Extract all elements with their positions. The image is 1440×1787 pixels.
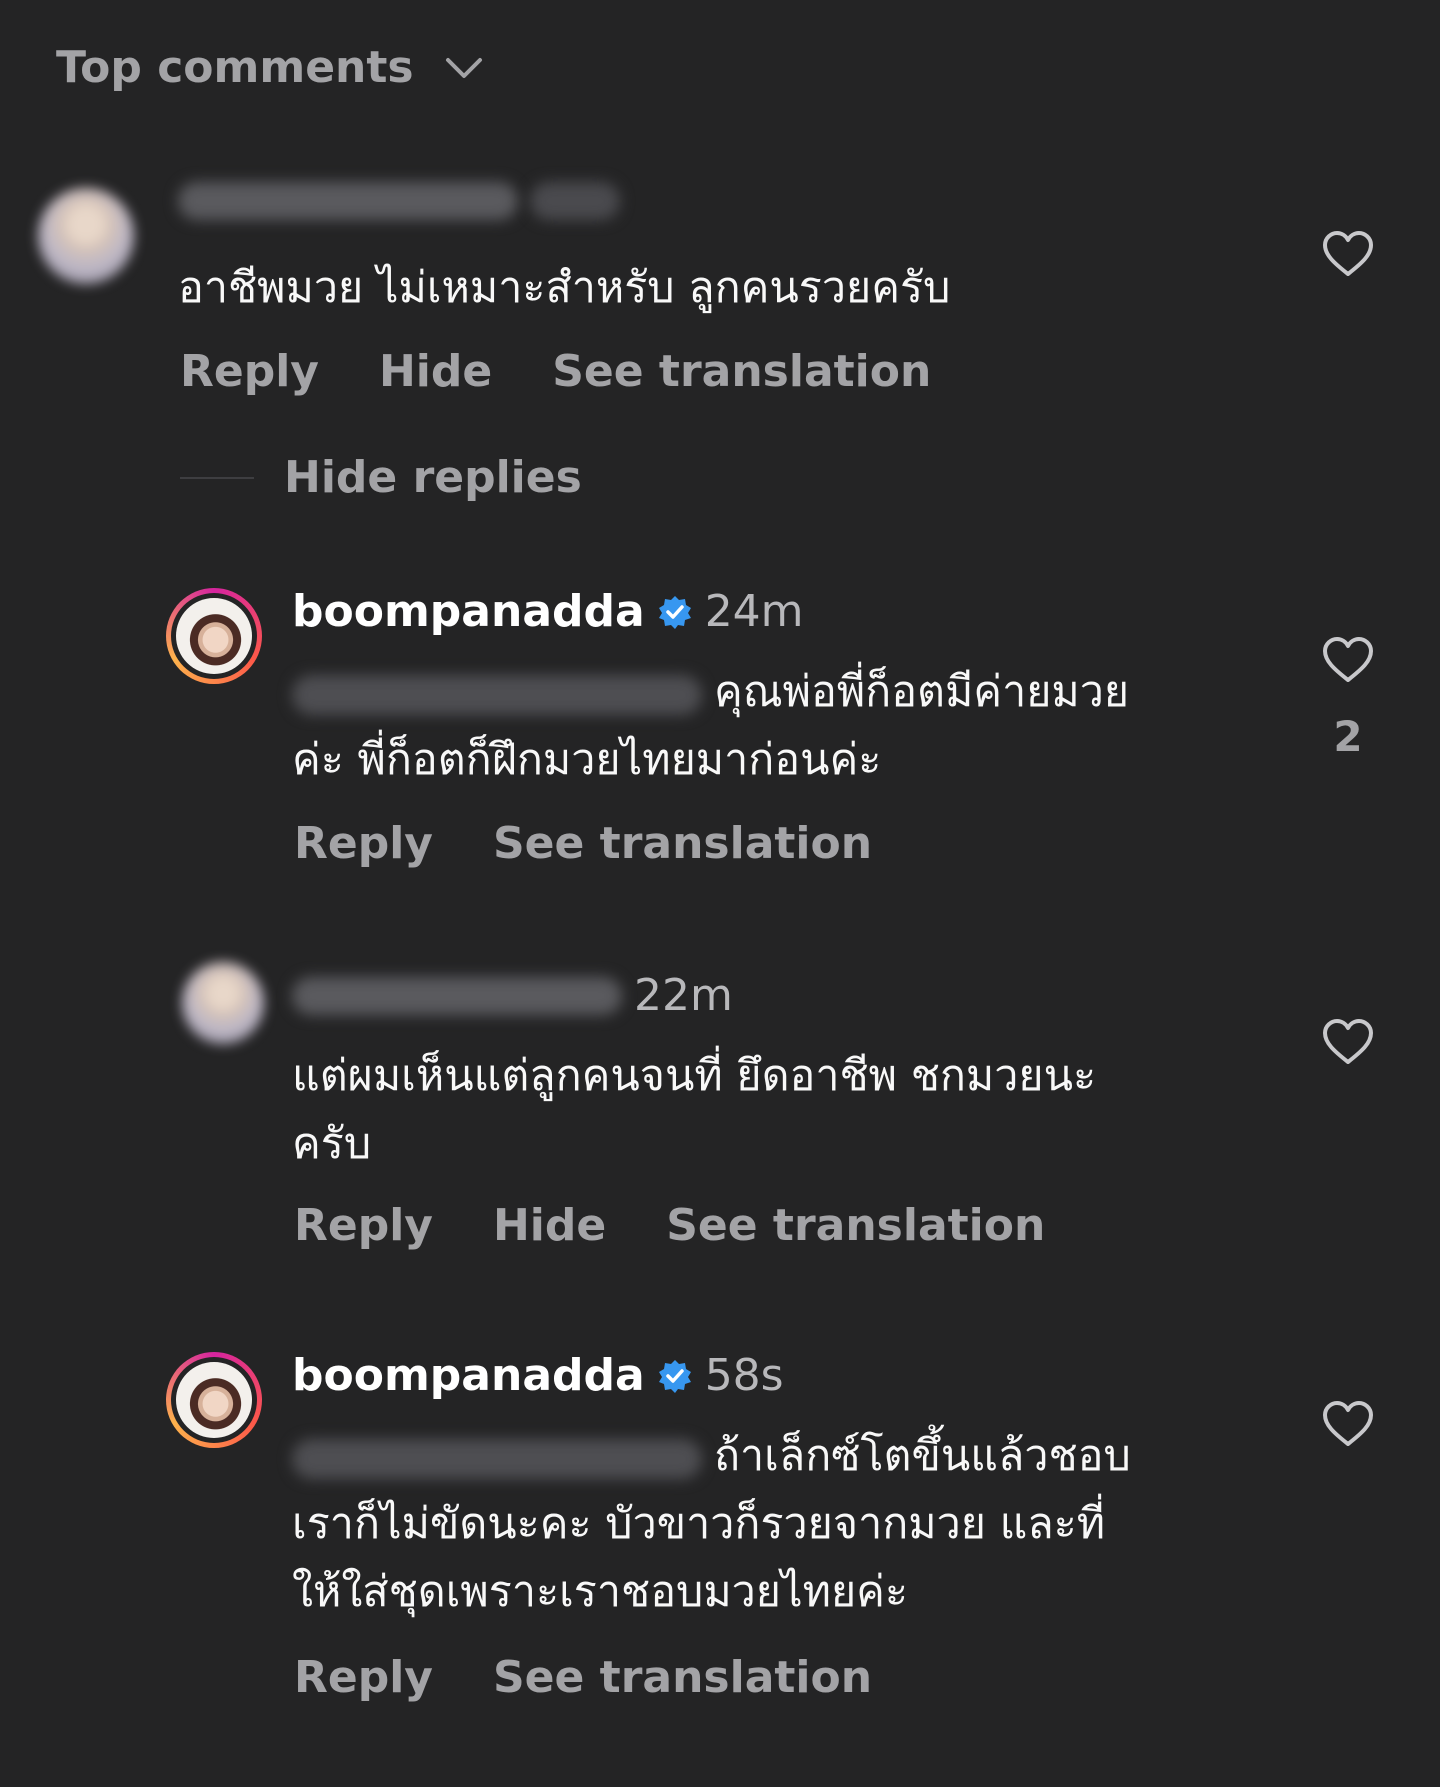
reply-text: ถ้าเล็กซ์โตขึ้นแล้วชอบ เราก็ไม่ขัดนะคะ บ… — [292, 1422, 1131, 1626]
like-count[interactable]: 2 — [1322, 712, 1374, 761]
time-blurred — [530, 182, 620, 220]
username[interactable]: boompanadda — [292, 1348, 645, 1404]
comment-header — [178, 182, 620, 220]
reply-actions: Reply See translation — [294, 816, 872, 872]
chevron-down-icon — [445, 58, 482, 78]
timestamp: 24m — [704, 586, 804, 637]
reply-button[interactable]: Reply — [294, 1650, 433, 1706]
see-translation-button[interactable]: See translation — [493, 816, 872, 872]
comments-sort-dropdown[interactable]: Top comments — [56, 38, 484, 98]
heart-icon[interactable] — [1322, 1018, 1374, 1066]
username-blurred[interactable] — [292, 977, 622, 1015]
avatar[interactable] — [166, 588, 262, 684]
username[interactable]: boompanadda — [292, 584, 645, 640]
hide-button[interactable]: Hide — [379, 344, 492, 400]
reply-text-line: คุณพ่อพี่ก็อตมีค่ายมวย — [714, 667, 1130, 717]
comment-text: อาชีพมวย ไม่เหมาะสำหรับ ลูกคนรวยครับ — [178, 263, 951, 313]
timestamp: 58s — [704, 1350, 784, 1401]
reply-text-line: เราก็ไม่ขัดนะคะ บัวขาวก็รวยจากมวย และที่ — [292, 1499, 1106, 1549]
avatar[interactable] — [38, 188, 134, 284]
reply-text: แต่ผมเห็นแต่ลูกคนจนที่ ยึดอาชีพ ชกมวยนะ … — [292, 1042, 1096, 1178]
sort-label: Top comments — [56, 42, 414, 93]
see-translation-button[interactable]: See translation — [666, 1198, 1045, 1254]
timestamp: 22m — [634, 970, 733, 1021]
reply-text-line: ครับ — [292, 1119, 372, 1169]
reply-button[interactable]: Reply — [294, 1198, 433, 1254]
reply-text-line: ให้ใส่ชุดเพราะเราชอบมวยไทยค่ะ — [292, 1567, 909, 1617]
profile-photo — [176, 1362, 252, 1438]
avatar[interactable] — [166, 1352, 262, 1448]
verified-badge-icon — [658, 596, 691, 629]
hide-button[interactable]: Hide — [493, 1198, 606, 1254]
username-blurred[interactable] — [178, 182, 518, 220]
thread-line — [180, 476, 254, 479]
see-translation-button[interactable]: See translation — [552, 344, 931, 400]
reply-actions: Reply See translation — [294, 1650, 872, 1706]
see-translation-button[interactable]: See translation — [493, 1650, 872, 1706]
reply-header: 22m — [292, 968, 733, 1024]
verified-badge-icon — [658, 1360, 691, 1393]
reply-text-line: ค่ะ พี่ก็อตก็ฝึกมวยไทยมาก่อนค่ะ — [292, 735, 882, 785]
reply-button[interactable]: Reply — [180, 344, 319, 400]
avatar[interactable] — [182, 962, 264, 1044]
heart-icon[interactable] — [1322, 636, 1374, 684]
comment-actions: Reply Hide See translation — [180, 344, 931, 400]
profile-photo — [176, 598, 252, 674]
reply-text-line: แต่ผมเห็นแต่ลูกคนจนที่ ยึดอาชีพ ชกมวยนะ — [292, 1051, 1097, 1101]
hide-replies-button[interactable]: Hide replies — [180, 452, 582, 503]
reply-header: boompanadda 58s — [292, 1348, 784, 1404]
reply-header: boompanadda 24m — [292, 584, 804, 640]
hide-replies-label: Hide replies — [284, 452, 582, 503]
reply-actions: Reply Hide See translation — [294, 1198, 1045, 1254]
heart-icon[interactable] — [1322, 230, 1374, 278]
heart-icon[interactable] — [1322, 1400, 1374, 1448]
mention-blurred[interactable] — [292, 1438, 702, 1479]
reply-text: คุณพ่อพี่ก็อตมีค่ายมวย ค่ะ พี่ก็อตก็ฝึกม… — [292, 658, 1129, 794]
reply-text-line: ถ้าเล็กซ์โตขึ้นแล้วชอบ — [714, 1431, 1131, 1481]
mention-blurred[interactable] — [292, 674, 702, 715]
reply-button[interactable]: Reply — [294, 816, 433, 872]
